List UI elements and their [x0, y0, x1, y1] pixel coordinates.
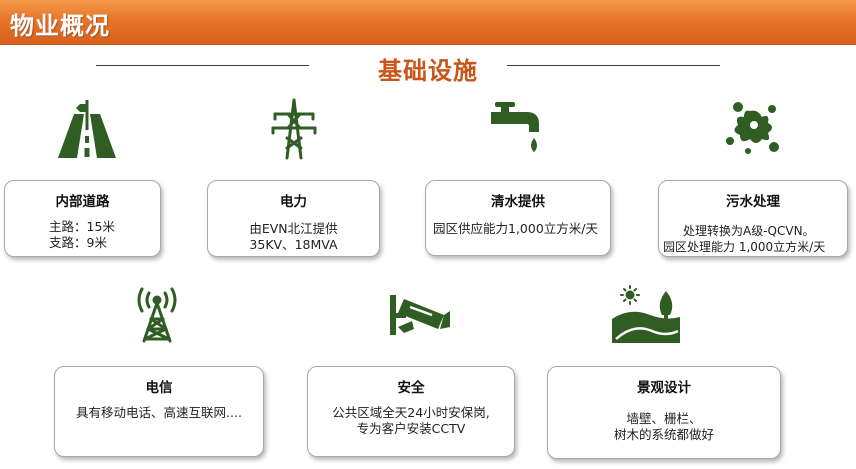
- facility-line: 园区供应能力1,000立方米/天: [433, 221, 598, 236]
- facility-line: 专为客户安装CCTV: [356, 421, 466, 436]
- facility-card-water: 清水提供 园区供应能力1,000立方米/天: [425, 180, 611, 256]
- facility-line: 处理转换为A级-QCVN。: [683, 224, 815, 238]
- title-divider-right: [507, 65, 720, 66]
- section-title: 基础设施: [378, 57, 478, 85]
- facility-line: 园区处理能力 1,000立方米/天: [663, 240, 826, 254]
- facility-title: 清水提供: [491, 194, 545, 210]
- facility-title: 污水处理: [726, 194, 780, 210]
- facility-description: 园区供应能力1,000立方米/天: [433, 221, 610, 237]
- facility-line: 树木的系统都做好: [613, 427, 714, 442]
- road-icon: [58, 100, 116, 158]
- facility-line: 支路：9米: [49, 235, 107, 250]
- header-bar: 物业概况: [0, 0, 856, 45]
- facility-line: 具有移动电话、高速互联网....: [76, 405, 242, 420]
- cctv-camera-icon: [390, 293, 452, 337]
- water-tap-icon: [491, 100, 543, 156]
- facility-title: 安全: [397, 380, 425, 396]
- facility-title: 内部道路: [55, 194, 110, 210]
- facility-line: 由EVN北江提供: [249, 221, 338, 236]
- facility-line: 35KV、18MVA: [249, 237, 338, 252]
- sewage-splash-icon: [724, 101, 780, 155]
- facility-card-sewage: 污水处理 处理转换为A级-QCVN。 园区处理能力 1,000立方米/天: [658, 180, 848, 257]
- facility-line: 公共区域全天24小时安保岗,: [332, 405, 490, 420]
- facility-line: 主路：15米: [49, 219, 115, 234]
- landscape-icon: [612, 285, 680, 343]
- facility-title: 电力: [280, 194, 307, 210]
- facility-description: 墙壁、栅栏、 树木的系统都做好: [548, 411, 780, 443]
- facility-title: 景观设计: [637, 380, 691, 396]
- telecom-tower-icon: [134, 287, 180, 343]
- facility-line: 墙壁、栅栏、: [626, 411, 702, 426]
- facility-card-power: 电力 由EVN北江提供 35KV、18MVA: [207, 180, 380, 257]
- facility-description: 公共区域全天24小时安保岗, 专为客户安装CCTV: [308, 405, 514, 437]
- facility-description: 具有移动电话、高速互联网....: [55, 405, 263, 421]
- facility-description: 由EVN北江提供 35KV、18MVA: [208, 221, 379, 253]
- facility-card-telecom: 电信 具有移动电话、高速互联网....: [54, 366, 264, 457]
- facility-description: 处理转换为A级-QCVN。 园区处理能力 1,000立方米/天: [663, 223, 847, 255]
- facility-title: 电信: [145, 380, 173, 396]
- page-title: 物业概况: [10, 12, 110, 40]
- facility-card-security: 安全 公共区域全天24小时安保岗, 专为客户安装CCTV: [307, 366, 515, 457]
- facility-description: 主路：15米 支路：9米: [49, 219, 160, 251]
- facility-card-roads: 内部道路 主路：15米 支路：9米: [4, 180, 161, 257]
- facility-card-landscape: 景观设计 墙壁、栅栏、 树木的系统都做好: [547, 366, 781, 459]
- power-tower-icon: [269, 98, 319, 160]
